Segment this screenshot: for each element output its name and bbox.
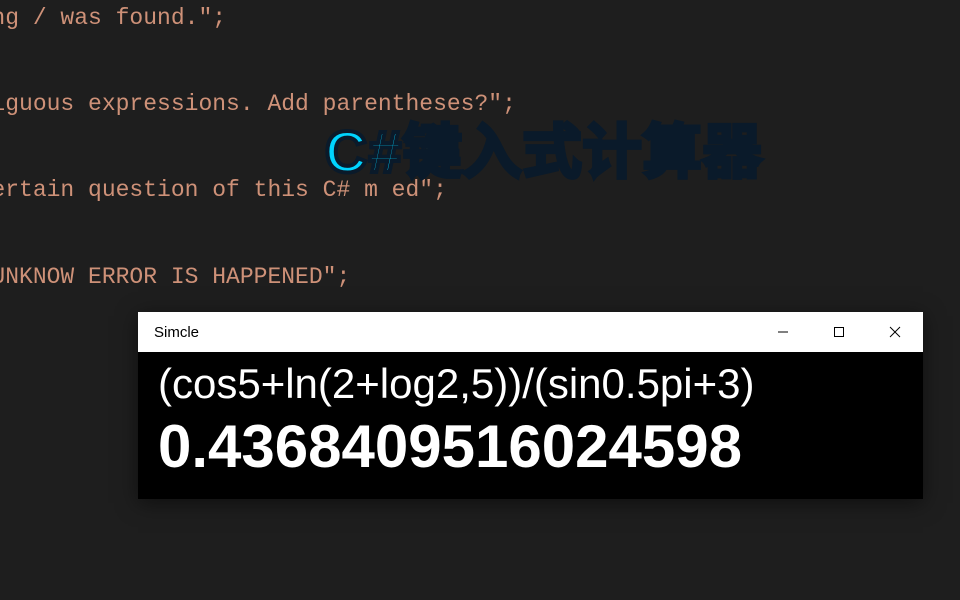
calculator-expression[interactable]: (cos5+ln(2+log2,5))/(sin0.5pi+3) (158, 360, 903, 408)
video-title-overlay: C#键入式计算器 (325, 105, 763, 189)
maximize-icon (833, 326, 845, 338)
code-line: wrong / was found."; (0, 0, 960, 36)
window-title: Simcle (138, 324, 199, 341)
minimize-button[interactable] (755, 312, 811, 352)
window-titlebar[interactable]: Simcle (138, 312, 923, 352)
calculator-result: 0.4368409516024598 (158, 412, 903, 481)
window-controls (755, 312, 923, 352)
close-icon (889, 326, 901, 338)
calculator-body: (cos5+ln(2+log2,5))/(sin0.5pi+3) 0.43684… (138, 352, 923, 499)
minimize-icon (777, 326, 789, 338)
maximize-button[interactable] (811, 312, 867, 352)
code-line: AN UNKNOW ERROR IS HAPPENED"; (0, 259, 960, 295)
close-button[interactable] (867, 312, 923, 352)
calculator-window: Simcle (cos5+ln(2+log2,5))/(sin0.5pi+3) … (138, 312, 923, 499)
